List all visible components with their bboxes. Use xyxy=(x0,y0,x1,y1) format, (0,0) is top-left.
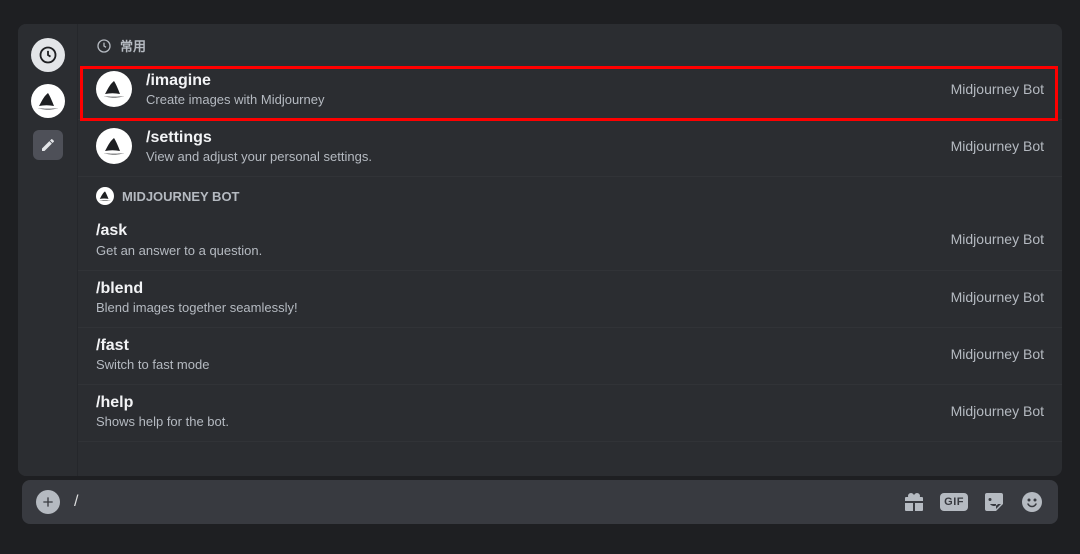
plus-icon xyxy=(40,494,56,510)
command-body: /fast Switch to fast mode xyxy=(96,336,951,372)
command-description: Get an answer to a question. xyxy=(96,243,951,258)
command-description: Create images with Midjourney xyxy=(146,92,951,107)
section-label: MIDJOURNEY BOT xyxy=(122,189,240,204)
midjourney-icon xyxy=(102,77,126,101)
command-name: /ask xyxy=(96,221,951,240)
input-actions: GIF xyxy=(902,490,1044,514)
command-name: /blend xyxy=(96,279,951,298)
command-name: /settings xyxy=(146,128,951,147)
gif-button[interactable]: GIF xyxy=(940,493,968,511)
pencil-icon xyxy=(40,137,56,153)
command-item[interactable]: /imagine Create images with MidjourneyMid… xyxy=(78,63,1062,120)
clock-icon xyxy=(96,38,112,54)
rail-builtin-button[interactable] xyxy=(33,130,63,160)
rail-midjourney-button[interactable] xyxy=(31,84,65,118)
midjourney-mini-avatar xyxy=(96,187,114,205)
command-item[interactable]: /blend Blend images together seamlessly!M… xyxy=(78,271,1062,328)
gift-icon[interactable] xyxy=(902,490,926,514)
section-label: 常用 xyxy=(120,36,146,55)
command-body: /ask Get an answer to a question. xyxy=(96,221,951,257)
command-bot-avatar xyxy=(96,128,132,164)
midjourney-icon xyxy=(36,89,60,113)
command-autocomplete-popup: 常用 /imagine Create images with Midjourney… xyxy=(18,24,1062,476)
command-source-rail xyxy=(18,24,78,476)
section-frequent-header: 常用 xyxy=(78,36,1062,63)
command-name: /help xyxy=(96,393,951,412)
command-item[interactable]: /settings View and adjust your personal s… xyxy=(78,120,1062,177)
command-description: View and adjust your personal settings. xyxy=(146,149,951,164)
command-item[interactable]: /help Shows help for the bot.Midjourney B… xyxy=(78,385,1062,442)
command-bot-name: Midjourney Bot xyxy=(951,138,1044,154)
command-bot-name: Midjourney Bot xyxy=(951,81,1044,97)
message-input[interactable]: / xyxy=(74,493,902,511)
sticker-icon[interactable] xyxy=(982,490,1006,514)
midjourney-icon xyxy=(98,189,112,203)
command-description: Blend images together seamlessly! xyxy=(96,300,951,315)
command-bot-avatar xyxy=(96,71,132,107)
command-list: 常用 /imagine Create images with Midjourney… xyxy=(78,24,1062,476)
command-body: /help Shows help for the bot. xyxy=(96,393,951,429)
command-item[interactable]: /ask Get an answer to a question.Midjourn… xyxy=(78,213,1062,270)
section-bot-header: MIDJOURNEY BOT xyxy=(78,177,1062,213)
rail-frequent-button[interactable] xyxy=(31,38,65,72)
command-description: Shows help for the bot. xyxy=(96,414,951,429)
command-body: /settings View and adjust your personal s… xyxy=(146,128,951,164)
command-name: /fast xyxy=(96,336,951,355)
attach-button[interactable] xyxy=(36,490,60,514)
emoji-icon[interactable] xyxy=(1020,490,1044,514)
command-body: /blend Blend images together seamlessly! xyxy=(96,279,951,315)
command-description: Switch to fast mode xyxy=(96,357,951,372)
command-bot-name: Midjourney Bot xyxy=(951,231,1044,247)
midjourney-icon xyxy=(102,134,126,158)
command-item[interactable]: /fast Switch to fast modeMidjourney Bot xyxy=(78,328,1062,385)
command-name: /imagine xyxy=(146,71,951,90)
command-bot-name: Midjourney Bot xyxy=(951,403,1044,419)
command-bot-name: Midjourney Bot xyxy=(951,289,1044,305)
command-bot-name: Midjourney Bot xyxy=(951,346,1044,362)
clock-icon xyxy=(38,45,58,65)
command-body: /imagine Create images with Midjourney xyxy=(146,71,951,107)
message-input-bar: / GIF xyxy=(22,480,1058,524)
